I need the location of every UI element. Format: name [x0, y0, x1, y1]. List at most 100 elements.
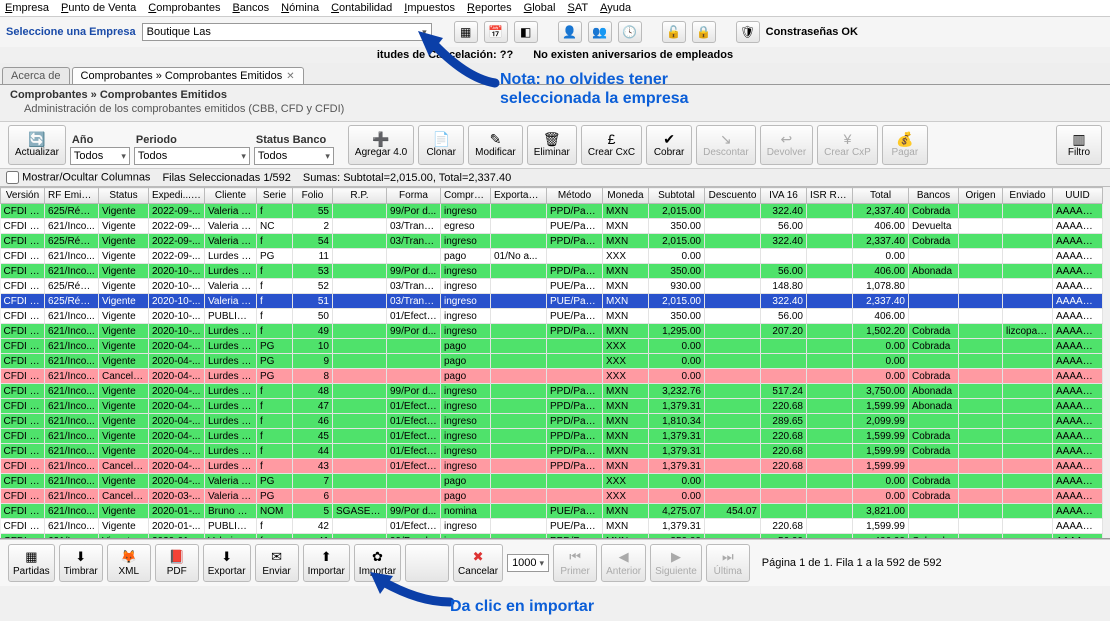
menu-empresa[interactable]: Empresa: [5, 2, 49, 14]
page-size-select[interactable]: 1000: [507, 554, 549, 572]
lock-open-icon[interactable]: 🔓: [662, 21, 686, 43]
table-row[interactable]: CFDI 3.3621/Inco...Vigente2022-09-...Val…: [1, 219, 1103, 234]
col-uuid[interactable]: UUID: [1053, 188, 1103, 204]
ultima-button: ⏭Última: [706, 544, 750, 582]
table-row[interactable]: CFDI 3.3621/Inco...Vigente2020-10-...PUB…: [1, 309, 1103, 324]
menu-contabilidad[interactable]: Contabilidad: [331, 2, 392, 14]
col-ver[interactable]: Versión: [1, 188, 45, 204]
xml-button[interactable]: 🦊XML: [107, 544, 151, 582]
table-row[interactable]: CFDI 3.3621/Inco...Vigente2020-04-...Lur…: [1, 384, 1103, 399]
col-moneda[interactable]: Moneda: [603, 188, 649, 204]
table-row[interactable]: CFDI 3.3621/Inco...Vigente2020-04-...Lur…: [1, 354, 1103, 369]
lock-closed-icon[interactable]: 🔒: [692, 21, 716, 43]
col-subtotal[interactable]: Subtotal: [649, 188, 705, 204]
col-iva[interactable]: IVA 16: [761, 188, 807, 204]
cobrar-button[interactable]: ✔Cobrar: [646, 125, 692, 165]
filtro-button[interactable]: ▥Filtro: [1056, 125, 1102, 165]
menu-sat[interactable]: SAT: [567, 2, 588, 14]
action-toolbar: 🔄ActualizarAñoTodosPeriodoTodosStatus Ba…: [0, 121, 1110, 169]
menu-ayuda[interactable]: Ayuda: [600, 2, 631, 14]
col-status[interactable]: Status: [99, 188, 149, 204]
table-row[interactable]: CFDI 3.3621/Inco...Vigente2020-04-...Val…: [1, 474, 1103, 489]
app-icon[interactable]: ◧: [514, 21, 538, 43]
col-serie[interactable]: Serie: [257, 188, 293, 204]
table-row[interactable]: CFDI 3.3621/Inco...Cancelado2020-04-...L…: [1, 369, 1103, 384]
cancelar-button[interactable]: ✖Cancelar: [453, 544, 503, 582]
paging-text: Página 1 de 1. Fila 1 a la 592 de 592: [762, 557, 942, 569]
table-row[interactable]: CFDI 3.3621/Inco...Cancelado2020-03-...V…: [1, 489, 1103, 504]
menu-impuestos[interactable]: Impuestos: [404, 2, 455, 14]
enviar-button[interactable]: ✉Enviar: [255, 544, 299, 582]
table-row[interactable]: CFDI 3.3621/Inco...Vigente2020-04-...Lur…: [1, 444, 1103, 459]
eliminar-button[interactable]: 🗑Eliminar: [527, 125, 577, 165]
table-row[interactable]: CFDI 3.3621/Inco...Vigente2020-01-...Bru…: [1, 504, 1103, 519]
menu-comprobantes[interactable]: Comprobantes: [148, 2, 220, 14]
menu-nómina[interactable]: Nómina: [281, 2, 319, 14]
pagar-button: 💰Pagar: [882, 125, 928, 165]
importar1-button[interactable]: ⬆Importar: [303, 544, 350, 582]
anniversary-label: No existen aniversarios de empleados: [533, 49, 733, 61]
clock-icon[interactable]: 🕓: [618, 21, 642, 43]
col-rfe[interactable]: RF Emisor: [45, 188, 99, 204]
modificar-button[interactable]: ✎Modificar: [468, 125, 523, 165]
tab-acerca-de[interactable]: Acerca de: [2, 67, 70, 84]
col-env[interactable]: Enviado: [1003, 188, 1053, 204]
timbrar-button[interactable]: ⬇Timbrar: [59, 544, 103, 582]
col-export[interactable]: Exportaci...: [491, 188, 547, 204]
col-cliente[interactable]: Cliente: [205, 188, 257, 204]
menu-bancos[interactable]: Bancos: [232, 2, 269, 14]
tab-comprobantes-comprobantes-emitidos[interactable]: Comprobantes » Comprobantes Emitidos✕: [72, 67, 304, 84]
annotation-note-bottom: Da clic en importar: [450, 598, 594, 616]
col-folio[interactable]: Folio: [293, 188, 333, 204]
crear-cxc-button[interactable]: £Crear CxC: [581, 125, 642, 165]
table-row[interactable]: CFDI 3.3625/Régi...Vigente2020-10-...Val…: [1, 294, 1103, 309]
show-hide-columns-checkbox[interactable]: Mostrar/Ocultar Columnas: [6, 171, 150, 184]
partidas-button[interactable]: ▦Partidas: [8, 544, 55, 582]
table-row[interactable]: CFDI 3.3621/Inco...Vigente2020-04-...Lur…: [1, 399, 1103, 414]
pdf-button[interactable]: 📕PDF: [155, 544, 199, 582]
filter-periodo[interactable]: Todos: [134, 147, 250, 165]
col-compro[interactable]: Compro...: [441, 188, 491, 204]
table-row[interactable]: CFDI 4.0621/Inco...Vigente2022-09-...Lur…: [1, 249, 1103, 264]
actualizar-button[interactable]: 🔄Actualizar: [8, 125, 66, 165]
data-grid[interactable]: VersiónRF EmisorStatusExpedi... ▲Cliente…: [0, 187, 1110, 539]
menu-punto-de-venta[interactable]: Punto de Venta: [61, 2, 136, 14]
table-row[interactable]: CFDI 3.3621/Inco...Vigente2020-04-...Lur…: [1, 429, 1103, 444]
filter-año[interactable]: Todos: [70, 147, 130, 165]
menu-global[interactable]: Global: [524, 2, 556, 14]
exportar-button[interactable]: ⬇Exportar: [203, 544, 251, 582]
table-row[interactable]: CFDI 3.3625/Régi...Vigente2020-10-...Val…: [1, 279, 1103, 294]
table-row[interactable]: CFDI 3.3625/Régi...Vigente2022-09-...Val…: [1, 204, 1103, 219]
company-select-label: Seleccione una Empresa: [6, 26, 136, 38]
table-row[interactable]: CFDI 3.3621/Inco...Cancelado2020-04-...L…: [1, 459, 1103, 474]
table-row[interactable]: CFDI 3.3625/Régi...Vigente2022-09-...Val…: [1, 234, 1103, 249]
clonar-button[interactable]: 📄Clonar: [418, 125, 464, 165]
annotation-arrow-top: [415, 28, 505, 88]
table-row[interactable]: CFDI 3.3621/Inco...Vigente2020-10-...Lur…: [1, 264, 1103, 279]
col-bancos[interactable]: Bancos: [909, 188, 959, 204]
menu-reportes[interactable]: Reportes: [467, 2, 512, 14]
shield-icon[interactable]: 🛡: [736, 21, 760, 43]
col-total[interactable]: Total: [853, 188, 909, 204]
agregar-button[interactable]: ➕Agregar 4.0: [348, 125, 414, 165]
table-row[interactable]: CFDI 3.3621/Inco...Vigente2020-10-...Lur…: [1, 324, 1103, 339]
user-icon[interactable]: 👤: [558, 21, 582, 43]
company-select[interactable]: Boutique Las: [142, 23, 432, 41]
col-desc[interactable]: Descuento: [705, 188, 761, 204]
col-forma[interactable]: Forma: [387, 188, 441, 204]
table-row[interactable]: CFDI 3.3621/Inco...Vigente2020-04-...Lur…: [1, 414, 1103, 429]
col-isr[interactable]: ISR RET: [807, 188, 853, 204]
table-row[interactable]: CFDI 3.3621/Inco...Vigente2020-01-...PUB…: [1, 519, 1103, 534]
filter-status-banco[interactable]: Todos: [254, 147, 334, 165]
col-exped[interactable]: Expedi... ▲: [149, 188, 205, 204]
selected-rows-label: Filas Seleccionadas 1/592: [162, 172, 290, 184]
col-metodo[interactable]: Método: [547, 188, 603, 204]
siguiente-button: ▶Siguiente: [650, 544, 702, 582]
col-rp[interactable]: R.P.: [333, 188, 387, 204]
users-icon[interactable]: 👥: [588, 21, 612, 43]
tab-close-icon[interactable]: ✕: [286, 71, 294, 82]
crear-cxp-button: ¥Crear CxP: [817, 125, 878, 165]
table-row[interactable]: CFDI 3.3621/Inco...Vigente2020-04-...Lur…: [1, 339, 1103, 354]
devolver-button: ↩Devolver: [760, 125, 813, 165]
col-origen[interactable]: Origen: [959, 188, 1003, 204]
